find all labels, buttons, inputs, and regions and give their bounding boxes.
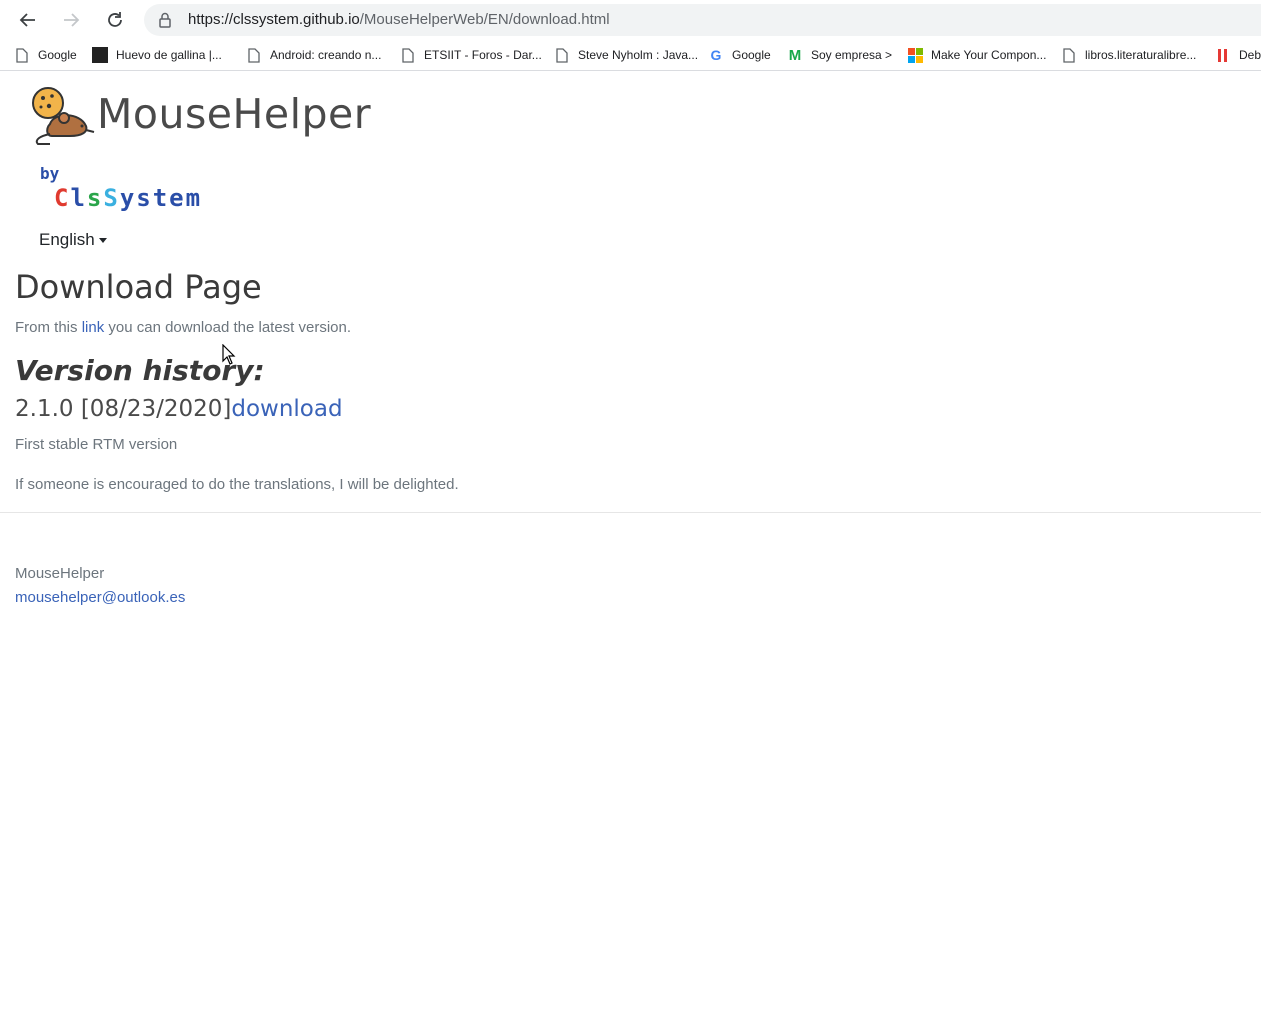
back-arrow-icon (19, 13, 35, 27)
company-letter: C (54, 184, 71, 212)
bookmark-label: ETSIIT - Foros - Dar... (424, 48, 542, 62)
page-icon (246, 47, 262, 63)
footer-divider (0, 512, 1261, 513)
footer-email-link[interactable]: mousehelper@outlook.es (15, 589, 185, 606)
address-bar[interactable]: https://clssystem.github.io/MouseHelperW… (144, 4, 1261, 36)
company-letter: t (152, 184, 170, 212)
lock-icon (159, 12, 171, 28)
company-letter: l (70, 184, 87, 212)
translations-note: If someone is encouraged to do the trans… (15, 476, 459, 493)
company-letter: m (185, 184, 203, 212)
bookmark-label: Soy empresa > (811, 48, 893, 62)
company-letter: s (136, 184, 153, 212)
bookmark-label: Android: creando n... (270, 48, 382, 62)
page-icon (1061, 47, 1077, 63)
version-note: First stable RTM version (15, 436, 178, 453)
back-button[interactable] (14, 6, 42, 34)
company-letter: S (103, 184, 120, 212)
bookmark-item[interactable]: Android: creando n... (246, 45, 381, 65)
microsoft-icon (907, 47, 923, 63)
bookmark-item[interactable]: Deb (1215, 45, 1261, 65)
lead-before: From this (15, 319, 82, 336)
movistar-icon: M (788, 46, 802, 64)
version-label: 2.1.0 [08/23/2020] (15, 396, 232, 422)
latest-version-link[interactable]: link (82, 319, 105, 336)
reload-icon (108, 12, 122, 27)
bookmark-item[interactable]: Huevo de gallina |... (92, 45, 222, 65)
bookmark-item[interactable]: Steve Nyholm : Java... (554, 45, 698, 65)
forward-button[interactable] (57, 6, 85, 34)
footer-name: MouseHelper (15, 565, 105, 582)
bookmark-item[interactable]: libros.literaturalibre... (1061, 45, 1196, 65)
brand-title: MouseHelper (97, 90, 372, 138)
url-host: https://clssystem.github.io (188, 11, 360, 28)
page-title: Download Page (15, 268, 262, 306)
company-letter: y (119, 184, 137, 212)
mouse-logo-icon (30, 86, 96, 155)
page-icon (14, 47, 30, 63)
language-dropdown[interactable]: English (39, 230, 107, 250)
google-icon: G (710, 47, 722, 63)
lead-text: From this link you can download the late… (15, 319, 351, 336)
reload-button[interactable] (101, 6, 129, 34)
bookmark-item[interactable]: Make Your Compon... (907, 45, 1046, 65)
bookmark-label: Make Your Compon... (931, 48, 1047, 62)
bookmark-label: Huevo de gallina |... (116, 48, 222, 62)
site-icon (92, 47, 108, 63)
by-label: by (40, 164, 60, 183)
company-letter: e (169, 184, 186, 212)
url-path: /MouseHelperWeb/EN/download.html (359, 11, 610, 28)
company-letter: s (86, 184, 104, 212)
language-label: English (39, 230, 95, 249)
lead-after: you can download the latest version. (104, 319, 352, 336)
bookmark-label: libros.literaturalibre... (1085, 48, 1197, 62)
bookmark-item[interactable]: G Google (708, 45, 771, 65)
mouse-cursor-icon (222, 343, 236, 371)
page-icon (400, 47, 416, 63)
bookmark-label: Deb (1239, 48, 1261, 62)
version-entry: 2.1.0 [08/23/2020]download (15, 396, 343, 422)
forward-arrow-icon (64, 13, 80, 27)
company-logo: ClsSystem (54, 184, 202, 212)
bookmark-item[interactable]: Google (14, 45, 77, 65)
bookmark-label: Google (732, 48, 771, 62)
bookmark-item[interactable]: ETSIIT - Foros - Dar... (400, 45, 542, 65)
bookmark-item[interactable]: M Soy empresa > (787, 45, 892, 65)
bookmark-label: Google (38, 48, 77, 62)
red-bars-icon (1215, 47, 1231, 63)
bookmark-label: Steve Nyholm : Java... (578, 48, 699, 62)
browser-toolbar: https://clssystem.github.io/MouseHelperW… (0, 0, 1261, 40)
url-text: https://clssystem.github.io/MouseHelperW… (188, 11, 610, 28)
bookmarks-bar: Google Huevo de gallina |... Android: cr… (0, 40, 1261, 71)
caret-down-icon (98, 237, 107, 243)
version-download-link[interactable]: download (231, 396, 342, 422)
page-icon (554, 47, 570, 63)
